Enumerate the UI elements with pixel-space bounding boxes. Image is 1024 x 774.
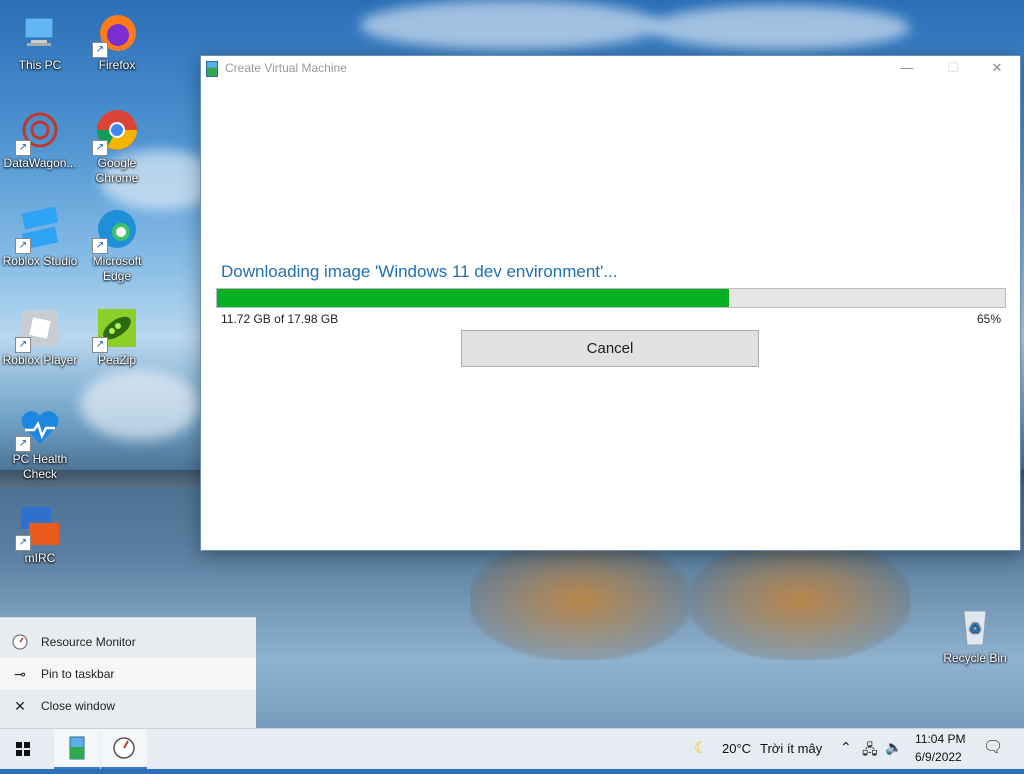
jumplist-item-label: Resource Monitor [41,635,136,649]
progress-fill [217,289,730,307]
recycle-bin-icon: ♻ [952,603,998,649]
app-icon [69,736,85,760]
minimize-button[interactable]: — [884,56,930,80]
edge-icon: ↗ [92,206,140,254]
svg-text:♻: ♻ [969,620,982,636]
desktop-icon-label: This PC [18,58,62,72]
pin-icon: ⊸ [14,666,26,682]
clock-time[interactable]: 11:04 PM [915,732,965,746]
jumplist-item-close-window[interactable]: ✕ Close window [0,690,256,722]
window-title: Create Virtual Machine [225,61,347,75]
download-progress-bar [216,288,1006,308]
datawagon-icon: ↗ [15,108,63,156]
firefox-icon: ↗ [92,10,140,58]
app-icon [206,61,218,77]
cancel-button[interactable]: Cancel [461,330,759,367]
close-icon: ✕ [14,698,26,714]
chrome-icon: ↗ [92,108,140,156]
shortcut-arrow-icon: ↗ [15,238,31,254]
shortcut-arrow-icon: ↗ [92,42,108,58]
maximize-button[interactable]: ☐ [930,56,976,80]
progress-detail: 11.72 GB of 17.98 GB [221,312,339,326]
shortcut-arrow-icon: ↗ [15,337,31,353]
desktop-icon-label: PeaZip [97,353,137,367]
close-button[interactable]: ✕ [974,56,1020,80]
jumplist-item-resource-monitor[interactable]: Resource Monitor [0,626,256,658]
desktop-icon-label: Roblox Studio [2,254,78,268]
create-vm-window: Create Virtual Machine — ☐ ✕ Downloading… [200,55,1021,551]
desktop-icon-mirc[interactable]: ↗ mIRC [0,503,80,566]
shortcut-arrow-icon: ↗ [92,337,108,353]
taskbar-app-resource-monitor[interactable] [101,729,147,769]
desktop-icon-label: Roblox Player [2,353,78,367]
peazip-icon: ↗ [92,305,140,353]
desktop-icon-peazip[interactable]: ↗ PeaZip [77,305,157,368]
desktop-icon-google-chrome[interactable]: ↗ Google Chrome [77,108,157,186]
jumplist-item-pin-to-taskbar[interactable]: ⊸ Pin to taskbar [0,658,256,690]
resource-monitor-icon [113,737,135,759]
shortcut-arrow-icon: ↗ [15,535,31,551]
desktop-icon-firefox[interactable]: ↗ Firefox [77,10,157,73]
desktop-icon-this-pc[interactable]: This PC [0,10,80,73]
shortcut-arrow-icon: ↗ [92,238,108,254]
shortcut-arrow-icon: ↗ [15,140,31,156]
roblox-player-icon: ↗ [15,305,63,353]
title-bar[interactable]: Create Virtual Machine — ☐ ✕ [201,56,1020,80]
roblox-studio-icon: ↗ [15,206,63,254]
desktop-icon-roblox-player[interactable]: ↗ Roblox Player [0,305,80,368]
jumplist-item-label: Close window [41,699,116,713]
desktop-icon-pc-health-check[interactable]: ↗ PC Health Check [0,404,80,482]
notification-icon[interactable]: 🗨 [983,737,1003,757]
desktop-icon-label: PC Health Check [12,452,68,481]
desktop-icon-label: Firefox [98,58,136,72]
desktop-icon-label: Microsoft Edge [92,254,142,283]
start-button[interactable] [0,729,46,769]
weather-moon-icon[interactable]: ☾ [694,738,708,758]
volume-icon[interactable]: 🔈 [885,739,902,756]
weather-description[interactable]: Trời ít mây [760,741,822,756]
desktop-icon-recycle-bin[interactable]: ♻ Recycle Bin [935,603,1015,666]
shortcut-arrow-icon: ↗ [15,436,31,452]
desktop-icon-roblox-studio[interactable]: ↗ Roblox Studio [0,206,80,269]
shortcut-arrow-icon: ↗ [92,140,108,156]
taskbar: ☾ 20°C Trời ít mây ⌃ 🖧 🔈 11:04 PM 6/9/20… [0,728,1024,769]
jumplist-item-label: Pin to taskbar [41,667,115,681]
taskbar-jump-list: Resource Monitor ⊸ Pin to taskbar ✕ Clos… [0,617,256,729]
computer-icon [17,10,63,56]
desktop-icon-label: Google Chrome [95,156,139,185]
resource-monitor-icon [12,634,28,650]
chevron-up-icon[interactable]: ⌃ [840,739,852,756]
windows-logo-icon [16,742,30,756]
network-icon[interactable]: 🖧 [862,739,878,763]
progress-percent: 65% [976,312,1001,326]
taskbar-app-create-vm[interactable] [54,729,100,769]
mirc-icon: ↗ [15,503,63,551]
clock-date[interactable]: 6/9/2022 [915,750,962,764]
download-status-heading: Downloading image 'Windows 11 dev enviro… [221,262,618,281]
desktop-icon-datawagon[interactable]: ↗ DataWagon... [0,108,80,171]
desktop-icon-label: mIRC [24,551,56,565]
desktop-icon-label: Recycle Bin [943,651,1007,665]
desktop-icon-microsoft-edge[interactable]: ↗ Microsoft Edge [77,206,157,284]
heart-icon: ↗ [15,404,63,452]
weather-temperature[interactable]: 20°C [722,741,751,756]
desktop-icon-label: DataWagon... [3,156,77,170]
